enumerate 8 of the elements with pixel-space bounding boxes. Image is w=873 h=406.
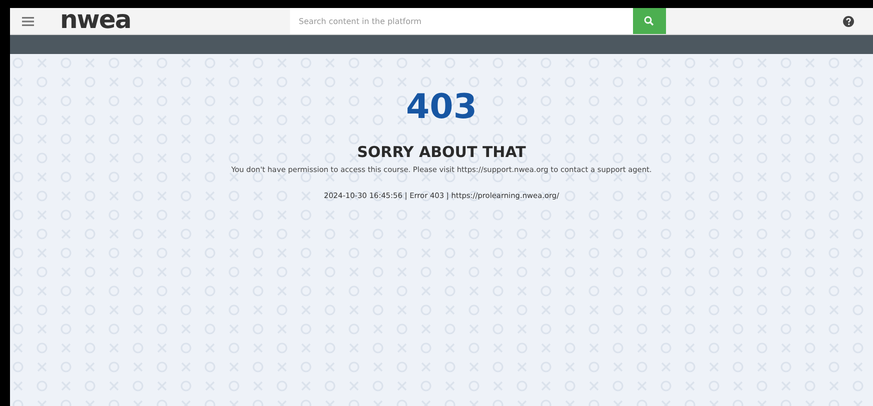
error-code: 403 <box>406 87 477 127</box>
search-button[interactable] <box>632 8 666 34</box>
menu-icon[interactable] <box>22 16 34 26</box>
logo[interactable]: nwea <box>60 6 131 32</box>
error-title: SORRY ABOUT THAT <box>357 142 526 162</box>
search-field[interactable]: Search content in the platform <box>290 8 633 34</box>
help-icon[interactable] <box>843 16 854 26</box>
search-icon <box>644 16 654 26</box>
